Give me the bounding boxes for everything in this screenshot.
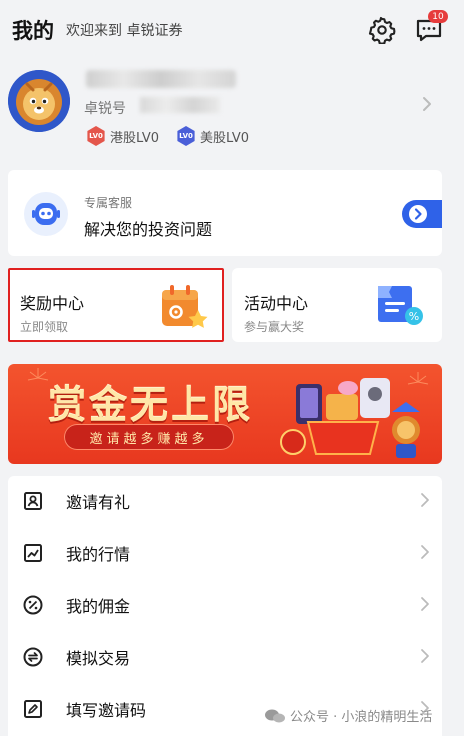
account-id-redacted: [140, 97, 220, 113]
promo-banner[interactable]: 赏金无上限 邀请越多赚越多: [8, 364, 442, 464]
banner-headline: 赏金无上限: [48, 383, 254, 427]
account-id-label: 卓锐号: [84, 101, 126, 117]
svg-text:%: %: [409, 310, 419, 323]
edit-icon: [24, 700, 42, 718]
activity-center-card[interactable]: 活动中心 参与赢大奖 %: [232, 268, 442, 342]
lion-avatar-icon: [8, 70, 70, 132]
wechat-icon: [265, 709, 285, 722]
customer-service-card[interactable]: 专属客服 解决您的投资问题: [8, 170, 442, 256]
menu-item-label: 填写邀请码: [66, 701, 147, 720]
profile-section[interactable]: 卓锐号 LV0 港股LV0 LV0 美股LV0: [0, 64, 464, 160]
hk-level-badge-icon: LV0: [87, 126, 105, 146]
chevron-right-icon[interactable]: [420, 95, 434, 113]
arrow-circle-icon: [409, 205, 427, 223]
exchange-icon: [23, 647, 43, 667]
us-level-badge-icon: LV0: [177, 126, 195, 146]
reward-center-card[interactable]: 奖励中心 立即领取: [8, 268, 224, 342]
message-count-badge: 10: [428, 10, 448, 23]
watermark: 公众号 · 小浪的精明生活: [264, 706, 432, 725]
calendar-gift-icon: [162, 285, 208, 328]
reward-center-subtitle: 立即领取: [20, 320, 69, 334]
reward-center-title: 奖励中心: [20, 294, 85, 313]
chevron-right-icon: [421, 493, 429, 507]
menu-item-label: 邀请有礼: [66, 493, 131, 512]
menu-item-simulated-trading[interactable]: 模拟交易: [8, 632, 442, 684]
menu-item-label: 模拟交易: [66, 649, 131, 668]
menu-item-commission[interactable]: 我的佣金: [8, 580, 442, 632]
avatar[interactable]: [8, 70, 70, 132]
activity-center-title: 活动中心: [244, 294, 309, 313]
menu-item-invite[interactable]: 邀请有礼: [8, 476, 442, 528]
page-title: 我的: [12, 19, 54, 43]
us-level-label: 美股LV0: [200, 130, 249, 146]
chevron-right-icon: [421, 649, 429, 663]
chevron-right-icon: [421, 545, 429, 559]
banner-tagline-pill: 邀请越多赚越多: [64, 424, 234, 450]
welcome-text: 欢迎来到 卓锐证券: [66, 23, 183, 39]
watermark-text: 公众号 · 小浪的精明生活: [290, 710, 433, 725]
banner-tagline: 邀请越多赚越多: [89, 431, 209, 447]
robot-icon: [24, 192, 68, 236]
portrait-icon: [24, 492, 42, 510]
username-redacted: [86, 70, 236, 88]
activity-center-subtitle: 参与赢大奖: [244, 320, 305, 334]
gear-icon[interactable]: [368, 16, 396, 44]
service-go-button[interactable]: [402, 200, 442, 228]
service-subtitle: 专属客服: [84, 196, 133, 210]
menu-list: 邀请有礼 我的行情 我的佣金 模拟交易 填写邀请码: [8, 476, 442, 736]
menu-item-label: 我的行情: [66, 545, 131, 564]
percent-icon: [23, 595, 43, 615]
top-header: 我的 欢迎来到 卓锐证券 10: [0, 0, 464, 60]
hk-level-label: 港股LV0: [110, 130, 159, 146]
menu-item-market[interactable]: 我的行情: [8, 528, 442, 580]
activity-flag-icon: %: [378, 286, 423, 325]
menu-item-label: 我的佣金: [66, 597, 131, 616]
chart-icon: [24, 544, 42, 562]
service-title: 解决您的投资问题: [84, 220, 213, 239]
us-level-tag: LV0 美股LV0: [176, 126, 249, 146]
hk-level-tag: LV0 港股LV0: [86, 126, 159, 146]
chevron-right-icon: [421, 597, 429, 611]
